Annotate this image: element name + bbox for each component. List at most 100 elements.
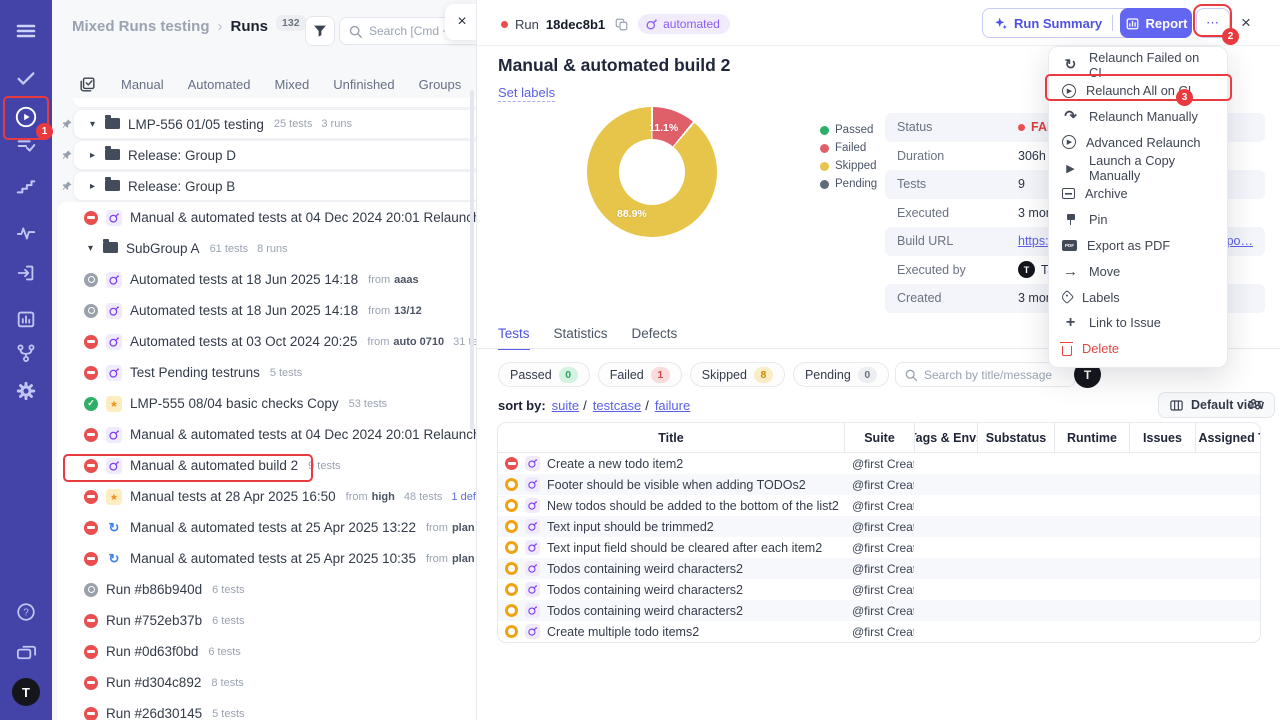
column-header[interactable]: Issues bbox=[1129, 423, 1195, 452]
build-url-link-end[interactable]: po… bbox=[1227, 234, 1253, 248]
column-header[interactable]: Substatus bbox=[977, 423, 1054, 452]
filter-pill[interactable]: Pending 0 bbox=[792, 362, 889, 387]
test-issues-cell bbox=[1129, 621, 1195, 642]
run-row[interactable]: Automated tests at 03 Oct 2024 20:25 fro… bbox=[57, 326, 476, 357]
runs-filter-tab[interactable]: Unfinished bbox=[333, 77, 394, 92]
sort-link[interactable]: testcase bbox=[593, 398, 649, 413]
import-icon[interactable] bbox=[0, 257, 52, 289]
test-substatus-cell bbox=[977, 621, 1054, 642]
set-labels-link[interactable]: Set labels bbox=[498, 85, 556, 102]
tests-search-input[interactable] bbox=[924, 367, 1059, 382]
robot-icon bbox=[646, 19, 657, 29]
run-row[interactable]: ▸ Release: Group B bbox=[62, 171, 476, 201]
menu-item[interactable]: Link to Issue bbox=[1049, 310, 1227, 336]
test-status-icon bbox=[505, 562, 518, 575]
runs-filter-tab[interactable]: Groups bbox=[419, 77, 462, 92]
run-row[interactable]: Manual & automated tests at 25 Apr 2025 … bbox=[57, 512, 476, 543]
close-panel-button[interactable]: × bbox=[445, 4, 476, 40]
test-row[interactable]: Todos containing weird characters2 @firs… bbox=[498, 600, 1260, 621]
tab[interactable]: Defects bbox=[632, 326, 678, 350]
run-row[interactable]: Run #b86b940d 6 tests bbox=[57, 574, 476, 605]
filter-pill[interactable]: Skipped 8 bbox=[689, 362, 785, 387]
tab[interactable]: Tests bbox=[498, 326, 530, 350]
column-header[interactable]: Tags & Envs bbox=[914, 423, 977, 452]
runs-filter-tab[interactable]: Automated bbox=[188, 77, 251, 92]
menu-item[interactable]: Archive bbox=[1049, 181, 1227, 207]
activity-pulse-icon[interactable] bbox=[0, 217, 52, 249]
test-suite: @first Create … bbox=[852, 561, 914, 576]
runs-filter-tab[interactable]: Mixed bbox=[275, 77, 310, 92]
menu-item[interactable]: Pin bbox=[1049, 207, 1227, 233]
run-row[interactable]: Run #752eb37b 6 tests bbox=[57, 605, 476, 636]
help-icon[interactable]: ? bbox=[0, 596, 52, 628]
hamburger-menu-icon[interactable] bbox=[0, 15, 52, 47]
filter-pill[interactable]: Passed 0 bbox=[498, 362, 590, 387]
run-row[interactable]: Test Pending testruns 5 tests bbox=[57, 357, 476, 388]
report-button[interactable]: Report bbox=[1120, 8, 1192, 38]
runs-filter-tab[interactable]: Manual bbox=[121, 77, 164, 92]
test-row[interactable]: Todos containing weird characters2 @firs… bbox=[498, 558, 1260, 579]
test-row[interactable]: Text input should be trimmed2 @first Cre… bbox=[498, 516, 1260, 537]
tests-search[interactable] bbox=[895, 362, 1076, 387]
menu-item[interactable]: Delete bbox=[1049, 336, 1227, 362]
menu-item[interactable]: Labels bbox=[1049, 284, 1227, 310]
run-row[interactable]: Manual & automated tests at 25 Apr 2025 … bbox=[57, 543, 476, 574]
tests-table-body: Create a new todo item2 @first Create … … bbox=[498, 453, 1260, 642]
menu-item[interactable]: Move bbox=[1049, 258, 1227, 284]
menu-item[interactable]: Relaunch Manually bbox=[1049, 104, 1227, 130]
test-row[interactable]: Create a new todo item2 @first Create … bbox=[498, 453, 1260, 474]
test-title: Todos containing weird characters2 bbox=[547, 582, 743, 597]
tests-check-icon[interactable] bbox=[0, 62, 52, 94]
run-row[interactable]: Automated tests at 18 Jun 2025 14:18 fro… bbox=[57, 264, 476, 295]
run-row[interactable]: ▾ SubGroup A 61 tests 8 runs bbox=[57, 233, 476, 264]
test-row[interactable]: Text input field should be cleared after… bbox=[498, 537, 1260, 558]
filter-button[interactable] bbox=[305, 16, 335, 46]
branches-icon[interactable] bbox=[0, 337, 52, 369]
analytics-chart-icon[interactable] bbox=[0, 303, 52, 335]
run-row[interactable]: ▾ LMP-556 01/05 testing 25 tests 3 runs bbox=[62, 109, 476, 139]
column-header[interactable]: Title bbox=[498, 423, 844, 452]
run-row[interactable]: Automated tests at 18 Jun 2025 14:18 fro… bbox=[57, 295, 476, 326]
tab[interactable]: Statistics bbox=[554, 326, 608, 350]
scrollbar-thumb[interactable] bbox=[470, 90, 474, 430]
column-settings-icon[interactable] bbox=[1247, 396, 1264, 418]
test-tags-cell bbox=[914, 453, 977, 474]
test-row[interactable]: Create multiple todo items2 @first Creat… bbox=[498, 621, 1260, 642]
run-row[interactable]: LMP-555 08/04 basic checks Copy 53 tests bbox=[57, 388, 476, 419]
run-row[interactable]: Manual & automated build 2 9 tests bbox=[57, 450, 476, 481]
run-row[interactable]: Run #26d30145 5 tests bbox=[57, 698, 476, 720]
sort-label: sort by: bbox=[498, 398, 546, 413]
pill-count: 1 bbox=[650, 366, 670, 383]
milestones-steps-icon[interactable] bbox=[0, 170, 52, 202]
menu-item[interactable]: Relaunch All on CI bbox=[1049, 78, 1227, 104]
test-row[interactable]: New todos should be added to the bottom … bbox=[498, 495, 1260, 516]
close-detail-button[interactable]: × bbox=[1241, 13, 1251, 33]
sort-link[interactable]: suite bbox=[552, 398, 587, 413]
from-label: from bbox=[425, 521, 448, 534]
test-row[interactable]: Footer should be visible when adding TOD… bbox=[498, 474, 1260, 495]
run-meta: 61 tests bbox=[209, 242, 249, 255]
user-avatar[interactable]: T bbox=[0, 676, 52, 708]
projects-folders-icon[interactable] bbox=[0, 636, 52, 668]
menu-item[interactable]: Export as PDF bbox=[1049, 233, 1227, 259]
run-row[interactable]: Manual tests at 28 Apr 2025 16:50 from h… bbox=[57, 481, 476, 512]
run-row[interactable]: Manual & automated tests at 04 Dec 2024 … bbox=[57, 419, 476, 450]
settings-gear-icon[interactable] bbox=[0, 375, 52, 407]
column-header[interactable]: Runtime bbox=[1054, 423, 1129, 452]
run-row[interactable]: Run #0d63f0bd 6 tests bbox=[57, 636, 476, 667]
column-header[interactable]: Assigned To bbox=[1195, 423, 1260, 452]
column-header[interactable]: Suite bbox=[844, 423, 914, 452]
filter-pill[interactable]: Failed 1 bbox=[597, 362, 682, 387]
select-all-icon[interactable] bbox=[78, 75, 97, 94]
menu-item[interactable]: Relaunch Failed on CI bbox=[1049, 50, 1227, 80]
copy-icon[interactable] bbox=[614, 17, 629, 32]
sort-link[interactable]: failure bbox=[655, 398, 694, 413]
run-defects-link[interactable]: 1 defects bbox=[451, 491, 476, 503]
menu-item[interactable]: Advanced Relaunch bbox=[1049, 129, 1227, 155]
run-row[interactable]: Run #d304c892 8 tests bbox=[57, 667, 476, 698]
breadcrumb-project[interactable]: Mixed Runs testing bbox=[72, 18, 210, 35]
run-row[interactable]: Manual & automated tests at 04 Dec 2024 … bbox=[57, 202, 476, 233]
run-row[interactable]: ▸ Release: Group D bbox=[62, 140, 476, 170]
test-row[interactable]: Todos containing weird characters2 @firs… bbox=[498, 579, 1260, 600]
menu-item[interactable]: Launch a Copy Manually bbox=[1049, 153, 1227, 183]
